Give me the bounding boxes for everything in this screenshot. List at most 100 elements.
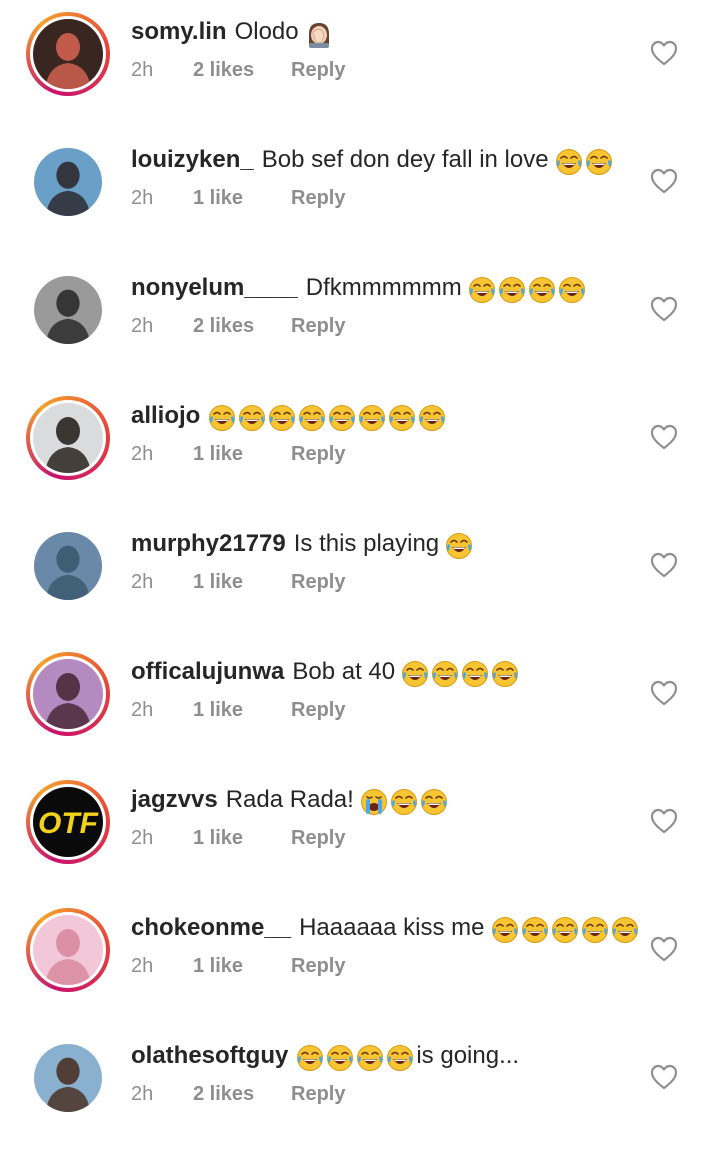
comment-username[interactable]: louizyken_ <box>131 146 254 173</box>
laughing-tears-emoji <box>491 660 519 688</box>
heart-outline-icon[interactable] <box>650 808 678 834</box>
comment-line: murphy21779 Is this playing <box>131 528 630 564</box>
likes-count[interactable]: 1 like <box>193 184 291 212</box>
likes-count[interactable]: 2 likes <box>193 56 291 84</box>
laughing-tears-emoji <box>238 404 266 432</box>
emoji-group <box>360 788 450 820</box>
avatar-border <box>30 912 106 988</box>
comment-meta: 2h 1 like Reply <box>131 952 630 980</box>
comment-body: alliojo 2h 1 like Reply <box>131 400 630 468</box>
comment-username[interactable]: somy.lin <box>131 18 227 45</box>
heart-outline-icon[interactable] <box>650 1064 678 1090</box>
comment-meta: 2h 1 like Reply <box>131 824 630 852</box>
likes-count[interactable]: 1 like <box>193 568 291 596</box>
likes-count[interactable]: 1 like <box>193 440 291 468</box>
avatar-border <box>34 1044 102 1112</box>
comment-line: chokeonme__ Haaaaaa kiss me <box>131 912 638 948</box>
comment-timestamp: 2h <box>131 699 154 721</box>
comment-username[interactable]: alliojo <box>131 402 200 429</box>
heart-outline-icon[interactable] <box>650 936 678 962</box>
heart-outline-icon[interactable] <box>650 424 678 450</box>
reply-button[interactable]: Reply <box>291 1080 345 1108</box>
comment-body: louizyken_ Bob sef don dey fall in love 2h… <box>131 144 630 212</box>
avatar-container[interactable] <box>26 140 110 224</box>
emoji-group <box>208 404 448 436</box>
avatar <box>33 659 103 729</box>
comment-username[interactable]: jagzvvs <box>131 786 218 813</box>
avatar-story-ring[interactable] <box>26 652 110 736</box>
comment-meta: 2h 1 like Reply <box>131 440 630 468</box>
comment-body: olathesoftguy is going... 2h 2 likes Reply <box>131 1040 630 1108</box>
comment-body: murphy21779 Is this playing 2h 1 like Reply <box>131 528 630 596</box>
comment-text: Bob at 40 <box>292 658 396 685</box>
crying-emoji <box>360 788 388 816</box>
comment-meta: 2h 2 likes Reply <box>131 1080 630 1108</box>
comment-line: jagzvvs Rada Rada! <box>131 784 630 820</box>
comment-text: Rada Rada! <box>225 786 354 813</box>
likes-count[interactable]: 1 like <box>193 824 291 852</box>
comment-text: Olodo <box>234 18 299 45</box>
heart-outline-icon[interactable] <box>650 552 678 578</box>
comment-timestamp: 2h <box>131 187 154 209</box>
comment-body: jagzvvs Rada Rada! 2h 1 like Reply <box>131 784 630 852</box>
emoji-group <box>445 532 475 564</box>
comment-meta: 2h 2 likes Reply <box>131 312 630 340</box>
comment-username[interactable]: olathesoftguy <box>131 1042 288 1069</box>
laughing-tears-emoji <box>356 1044 384 1072</box>
reply-button[interactable]: Reply <box>291 184 345 212</box>
comment-meta: 2h 2 likes Reply <box>131 56 630 84</box>
reply-button[interactable]: Reply <box>291 440 345 468</box>
reply-button[interactable]: Reply <box>291 696 345 724</box>
emoji-group <box>296 1044 416 1076</box>
laughing-tears-emoji <box>296 1044 324 1072</box>
laughing-tears-emoji <box>268 404 296 432</box>
laughing-tears-emoji <box>521 916 549 944</box>
comment-row: officalujunwa Bob at 40 2h 1 like Reply <box>0 640 720 768</box>
comment-meta: 2h 1 like Reply <box>131 568 630 596</box>
laughing-tears-emoji <box>468 276 496 304</box>
laughing-tears-emoji <box>420 788 448 816</box>
reply-button[interactable]: Reply <box>291 952 345 980</box>
laughing-tears-emoji <box>431 660 459 688</box>
likes-count[interactable]: 1 like <box>193 952 291 980</box>
reply-button[interactable]: Reply <box>291 312 345 340</box>
comment-body: somy.lin Olodo 2h 2 likes Reply <box>131 16 630 84</box>
comment-row: olathesoftguy is going... 2h 2 likes Reply <box>0 1024 720 1152</box>
comments-list: somy.lin Olodo 2h 2 likes Reply louizyken_ Bob… <box>0 0 720 1128</box>
avatar <box>33 915 103 985</box>
emoji-group <box>401 660 521 692</box>
emoji-group <box>468 276 588 308</box>
avatar-container[interactable] <box>26 524 110 608</box>
likes-count[interactable]: 2 likes <box>193 1080 291 1108</box>
comment-username[interactable]: officalujunwa <box>131 658 284 685</box>
avatar-story-ring[interactable] <box>26 908 110 992</box>
reply-button[interactable]: Reply <box>291 568 345 596</box>
avatar-story-ring[interactable]: OTF <box>26 780 110 864</box>
heart-outline-icon[interactable] <box>650 296 678 322</box>
reply-button[interactable]: Reply <box>291 56 345 84</box>
laughing-tears-emoji <box>445 532 473 560</box>
heart-outline-icon[interactable] <box>650 168 678 194</box>
comment-username[interactable]: murphy21779 <box>131 530 286 557</box>
likes-count[interactable]: 1 like <box>193 696 291 724</box>
likes-count[interactable]: 2 likes <box>193 312 291 340</box>
laughing-tears-emoji <box>558 276 586 304</box>
avatar-container[interactable] <box>26 1036 110 1120</box>
avatar-story-ring[interactable] <box>26 396 110 480</box>
laughing-tears-emoji <box>528 276 556 304</box>
comment-username[interactable]: nonyelum____ <box>131 274 298 301</box>
heart-outline-icon[interactable] <box>650 40 678 66</box>
comment-username[interactable]: chokeonme__ <box>131 914 291 941</box>
reply-button[interactable]: Reply <box>291 824 345 852</box>
comment-text-after: is going... <box>416 1042 520 1069</box>
avatar-story-ring[interactable] <box>26 12 110 96</box>
avatar-container[interactable] <box>26 268 110 352</box>
avatar-border: OTF <box>30 784 106 860</box>
laughing-tears-emoji <box>491 916 519 944</box>
avatar-border <box>30 656 106 732</box>
avatar: OTF <box>33 787 103 857</box>
comment-row: OTF jagzvvs Rada Rada! 2h 1 like Reply <box>0 768 720 896</box>
comment-meta: 2h 1 like Reply <box>131 184 630 212</box>
comment-line: somy.lin Olodo <box>131 16 630 52</box>
heart-outline-icon[interactable] <box>650 680 678 706</box>
